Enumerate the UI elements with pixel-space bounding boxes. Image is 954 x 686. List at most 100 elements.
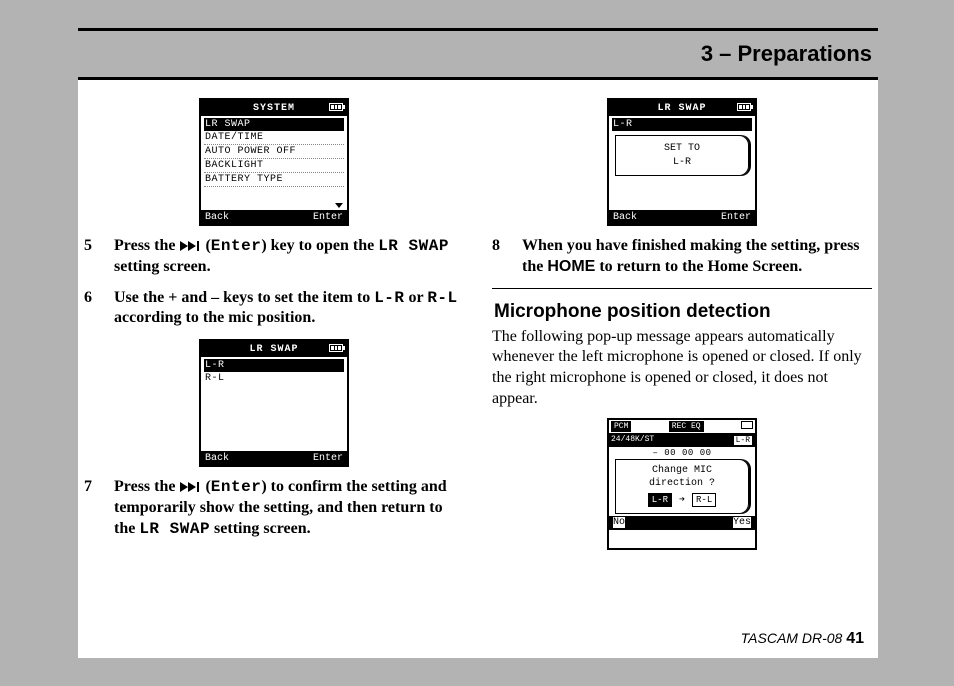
key-label: HOME bbox=[547, 258, 595, 275]
chevron-down-icon bbox=[335, 203, 343, 208]
step-num: 8 bbox=[492, 236, 510, 278]
text: Press the bbox=[114, 237, 179, 254]
menu-item: DATE/TIME bbox=[204, 131, 344, 145]
manual-page: 3 – Preparations SYSTEM LR SWAP DATE/TIM… bbox=[78, 28, 878, 658]
lcd-lrswap-title: LR SWAP bbox=[201, 344, 347, 355]
screen-name: LR SWAP bbox=[378, 237, 449, 255]
lcd-home-wrap: PCM REC EQ 24/48K/ST L-R – 00 00 00 Chan… bbox=[492, 418, 872, 550]
step-num: 6 bbox=[84, 288, 102, 330]
step-6: 6 Use the + and – keys to set the item t… bbox=[84, 288, 464, 330]
badge-lr: L-R bbox=[733, 435, 753, 446]
menu-item: L-R bbox=[204, 359, 344, 372]
home-status-bar-2: 24/48K/ST L-R bbox=[609, 434, 755, 447]
fast-forward-icon bbox=[179, 482, 201, 492]
page-footer: TASCAM DR-08 41 bbox=[741, 630, 864, 648]
menu-item: BACKLIGHT bbox=[204, 159, 344, 173]
key-label: Enter bbox=[211, 478, 262, 496]
lcd-lrswap-wrap: LR SWAP L-R R-L Back Enter bbox=[84, 339, 464, 467]
step-7: 7 Press the (Enter) to confirm the setti… bbox=[84, 477, 464, 539]
text: Press the bbox=[114, 478, 179, 495]
text: according to the mic position. bbox=[114, 309, 315, 326]
lcd-setto-body: L-R SET TO L-R bbox=[609, 116, 755, 210]
softkey-no: No bbox=[613, 517, 625, 528]
chip-from: L-R bbox=[648, 493, 672, 507]
popup-change-mic: Change MIC direction ? L-R ➔ R-L bbox=[615, 459, 749, 514]
lcd-setto-title-bar: LR SWAP bbox=[609, 100, 755, 116]
popup-line: L-R bbox=[618, 156, 746, 170]
lcd-foot: Back Enter bbox=[201, 451, 347, 465]
menu-item: BATTERY TYPE bbox=[204, 173, 344, 187]
lcd-system-title-bar: SYSTEM bbox=[201, 100, 347, 116]
paragraph: The following pop-up message appears aut… bbox=[492, 327, 872, 410]
step-num: 7 bbox=[84, 477, 102, 539]
softkey-back: Back bbox=[613, 212, 637, 223]
text: setting screen. bbox=[210, 520, 311, 537]
battery-icon bbox=[329, 344, 343, 352]
popup-line: direction ? bbox=[618, 477, 746, 491]
fast-forward-icon bbox=[179, 241, 201, 251]
lcd-lrswap-body: L-R R-L bbox=[201, 357, 347, 451]
subsection-heading: Microphone position detection bbox=[494, 301, 872, 323]
popup-options: L-R ➔ R-L bbox=[618, 491, 746, 509]
softkey-enter: Enter bbox=[313, 212, 343, 223]
text: ) key to open the bbox=[261, 237, 378, 254]
battery-icon bbox=[741, 421, 753, 429]
softkey-yes: Yes bbox=[733, 517, 751, 528]
lcd-setto-wrap: LR SWAP L-R SET TO L-R Back Enter bbox=[492, 98, 872, 226]
lcd-lrswap-title-bar: LR SWAP bbox=[201, 341, 347, 357]
menu-item: L-R bbox=[612, 118, 752, 131]
step-5: 5 Press the (Enter) key to open the LR S… bbox=[84, 236, 464, 278]
step-text: Press the (Enter) to confirm the setting… bbox=[114, 477, 464, 539]
section-divider bbox=[492, 288, 872, 289]
softkey-enter: Enter bbox=[313, 453, 343, 464]
key-label: Enter bbox=[211, 237, 262, 255]
lcd-foot: Back Enter bbox=[201, 210, 347, 224]
lcd-system: SYSTEM LR SWAP DATE/TIME AUTO POWER OFF … bbox=[199, 98, 349, 226]
menu-item: AUTO POWER OFF bbox=[204, 145, 344, 159]
step-num: 5 bbox=[84, 236, 102, 278]
badge-receq: REC EQ bbox=[669, 421, 704, 432]
step-text: Press the (Enter) key to open the LR SWA… bbox=[114, 236, 464, 278]
lcd-system-title: SYSTEM bbox=[201, 103, 347, 114]
time-counter: – 00 00 00 bbox=[609, 447, 755, 459]
softkey-enter: Enter bbox=[721, 212, 751, 223]
menu-item: LR SWAP bbox=[204, 118, 344, 131]
right-column: LR SWAP L-R SET TO L-R Back Enter bbox=[492, 94, 872, 560]
text: or bbox=[405, 289, 428, 306]
step-text: When you have finished making the settin… bbox=[522, 236, 872, 278]
softkey-back: Back bbox=[205, 212, 229, 223]
menu-item: R-L bbox=[204, 372, 344, 385]
popup-line: SET TO bbox=[618, 142, 746, 156]
lcd-foot: No Yes bbox=[609, 516, 755, 530]
chapter-title: 3 – Preparations bbox=[78, 31, 878, 77]
battery-icon bbox=[737, 103, 751, 111]
home-status-bar: PCM REC EQ bbox=[609, 420, 755, 434]
popup-line: Change MIC bbox=[618, 464, 746, 478]
lcd-foot: Back Enter bbox=[609, 210, 755, 224]
page-number: 41 bbox=[846, 630, 864, 647]
step-text: Use the + and – keys to set the item to … bbox=[114, 288, 464, 330]
footer-brand: TASCAM DR-08 bbox=[741, 630, 847, 646]
lcd-setto-title: LR SWAP bbox=[609, 103, 755, 114]
badge-rate: 24/48K/ST bbox=[611, 435, 654, 446]
chip-to: R-L bbox=[692, 493, 716, 507]
softkey-back: Back bbox=[205, 453, 229, 464]
value: R-L bbox=[427, 289, 457, 307]
battery-icon bbox=[329, 103, 343, 111]
value: L-R bbox=[374, 289, 404, 307]
left-column: SYSTEM LR SWAP DATE/TIME AUTO POWER OFF … bbox=[84, 94, 464, 560]
popup-setto: SET TO L-R bbox=[615, 135, 749, 176]
text: Use the + and – keys to set the item to bbox=[114, 289, 374, 306]
screen-name: LR SWAP bbox=[139, 520, 210, 538]
lcd-system-body: LR SWAP DATE/TIME AUTO POWER OFF BACKLIG… bbox=[201, 116, 347, 210]
lcd-system-wrap: SYSTEM LR SWAP DATE/TIME AUTO POWER OFF … bbox=[84, 98, 464, 226]
lcd-lrswap: LR SWAP L-R R-L Back Enter bbox=[199, 339, 349, 467]
columns: SYSTEM LR SWAP DATE/TIME AUTO POWER OFF … bbox=[78, 80, 878, 560]
lcd-home: PCM REC EQ 24/48K/ST L-R – 00 00 00 Chan… bbox=[607, 418, 757, 550]
text: setting screen. bbox=[114, 258, 211, 275]
lcd-setto: LR SWAP L-R SET TO L-R Back Enter bbox=[607, 98, 757, 226]
arrow-right-icon: ➔ bbox=[679, 495, 685, 506]
badge-pcm: PCM bbox=[611, 421, 631, 432]
text: to return to the Home Screen. bbox=[595, 258, 802, 275]
step-8: 8 When you have finished making the sett… bbox=[492, 236, 872, 278]
